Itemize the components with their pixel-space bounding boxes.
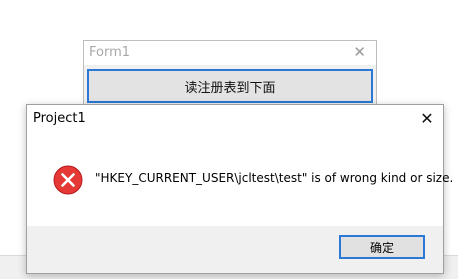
form1-titlebar: Form1 ✕ — [84, 41, 376, 65]
form1-title: Form1 — [89, 45, 131, 60]
dialog-titlebar: Project1 ✕ — [27, 105, 443, 133]
form1-close-icon[interactable]: ✕ — [353, 44, 366, 60]
ok-button[interactable]: 确定 — [339, 235, 425, 259]
error-dialog: Project1 ✕ "HKEY_CURRENT_USER\jcltest\te… — [26, 104, 453, 274]
dialog-close-icon[interactable]: ✕ — [417, 109, 437, 129]
dialog-footer: 确定 — [27, 226, 443, 273]
dialog-title: Project1 — [33, 111, 86, 126]
error-icon — [53, 165, 83, 195]
read-registry-button[interactable]: 读注册表到下面 — [87, 69, 373, 103]
dialog-content: "HKEY_CURRENT_USER\jcltest\test" is of w… — [27, 133, 453, 227]
error-message: "HKEY_CURRENT_USER\jcltest\test" is of w… — [95, 171, 454, 185]
